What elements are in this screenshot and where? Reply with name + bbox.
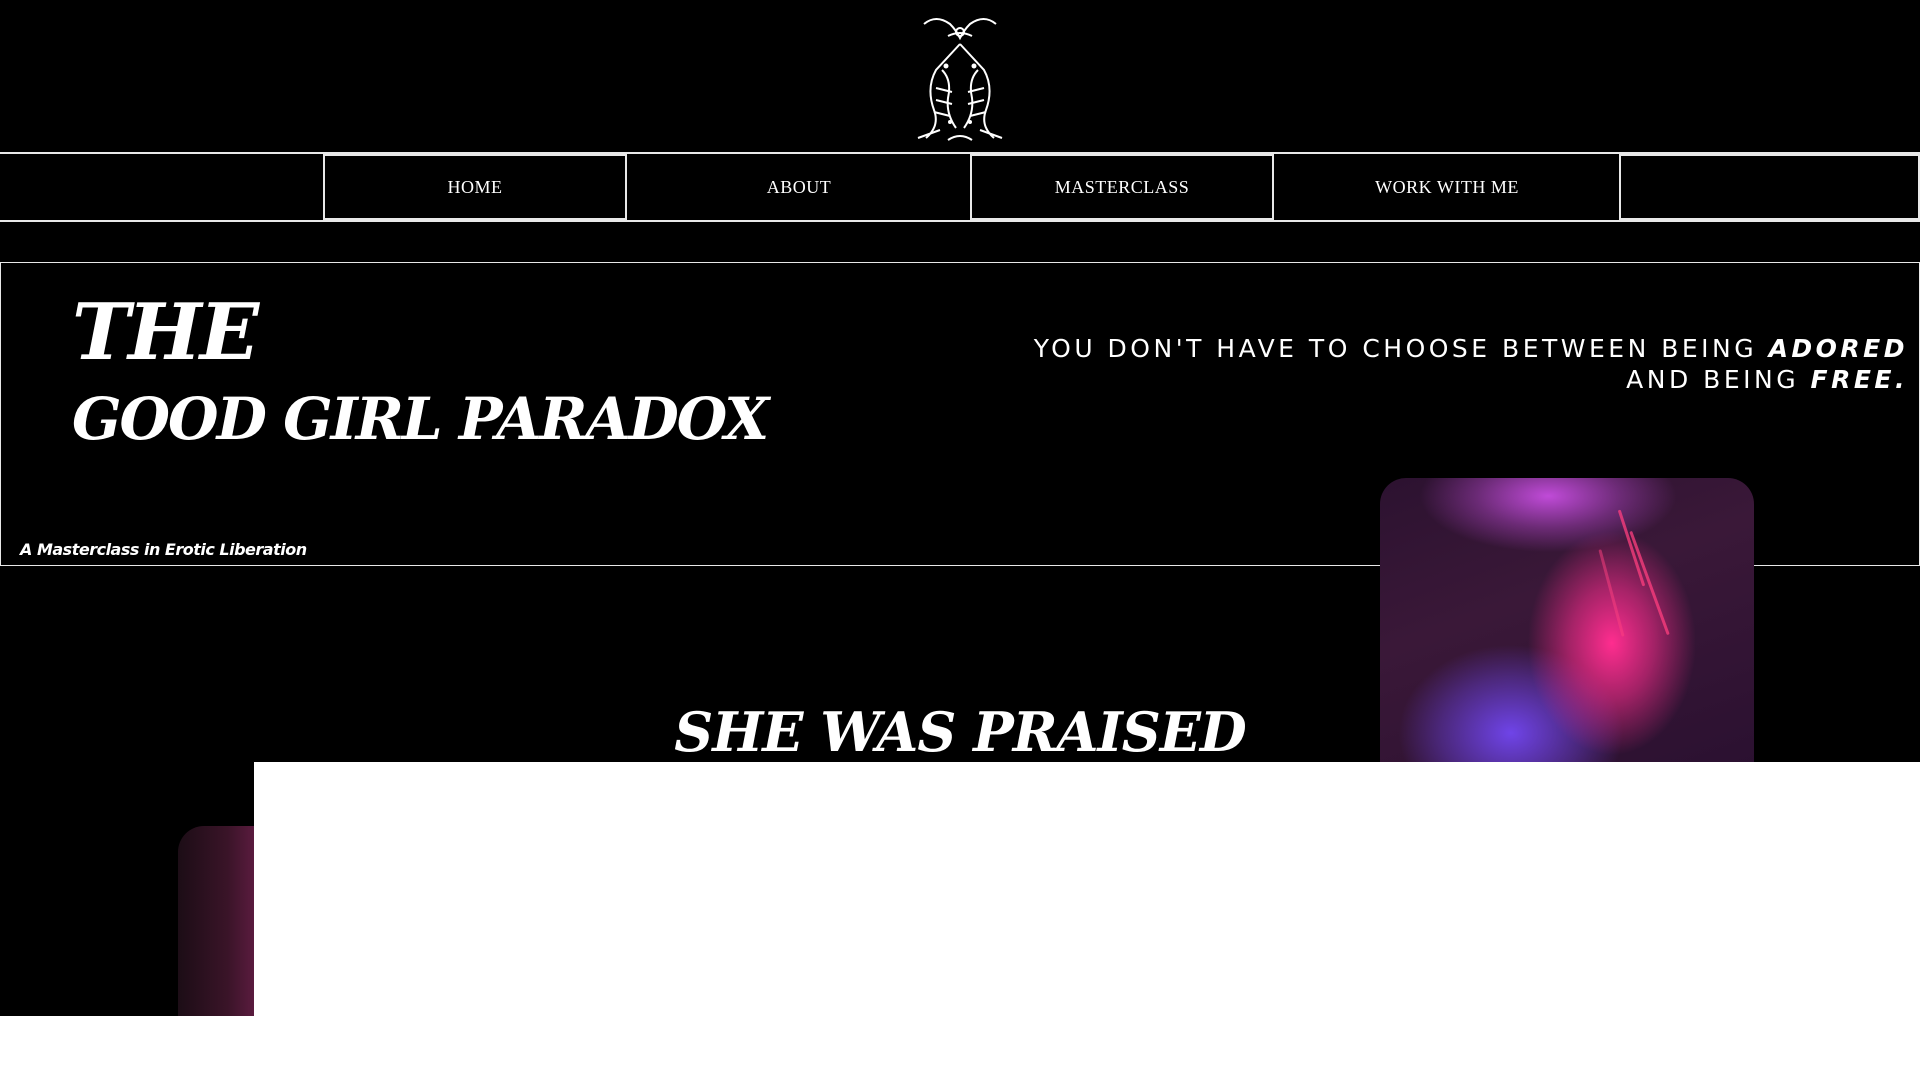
light-streak [1629, 530, 1670, 636]
hero-title: THE GOOD GIRL PARADOX [72, 287, 769, 462]
tagline-emphasis-adored: ADORED [1768, 334, 1908, 363]
nav-spacer-left [0, 154, 324, 220]
nav-item-masterclass[interactable]: MASTERCLASS [970, 154, 1274, 220]
tagline-text-2: AND BEING [1626, 365, 1811, 394]
hero-title-line-2: GOOD GIRL PARADOX [72, 385, 769, 453]
nav-item-label: ABOUT [766, 176, 832, 197]
nav-item-about[interactable]: ABOUT [627, 154, 971, 220]
hero-tagline: YOU DON'T HAVE TO CHOOSE BETWEEN BEING A… [948, 333, 1908, 395]
nav-item-label: MASTERCLASS [1054, 176, 1190, 197]
tagline-text-1: YOU DON'T HAVE TO CHOOSE BETWEEN BEING [1033, 334, 1769, 363]
hero-photo [1380, 478, 1754, 778]
hero-subtitle: A Masterclass in Erotic Liberation [20, 540, 307, 559]
nav-item-home[interactable]: HOME [323, 154, 627, 220]
content-panel [254, 762, 1920, 1080]
nav-item-label: HOME [447, 176, 503, 197]
light-streak [1617, 509, 1646, 587]
hero-title-line-1: THE [72, 287, 259, 378]
nav-item-work-with-me[interactable]: WORK WITH ME [1274, 154, 1620, 220]
twin-tiger-crest-icon [917, 18, 1003, 141]
light-streak [1598, 549, 1625, 637]
nav-item-label: WORK WITH ME [1375, 176, 1519, 197]
tiger-crest-logo[interactable] [896, 10, 1024, 148]
section-heading: SHE WAS PRAISED [674, 700, 1247, 764]
tagline-emphasis-free: FREE. [1810, 365, 1908, 394]
nav-spacer-right [1619, 154, 1920, 220]
